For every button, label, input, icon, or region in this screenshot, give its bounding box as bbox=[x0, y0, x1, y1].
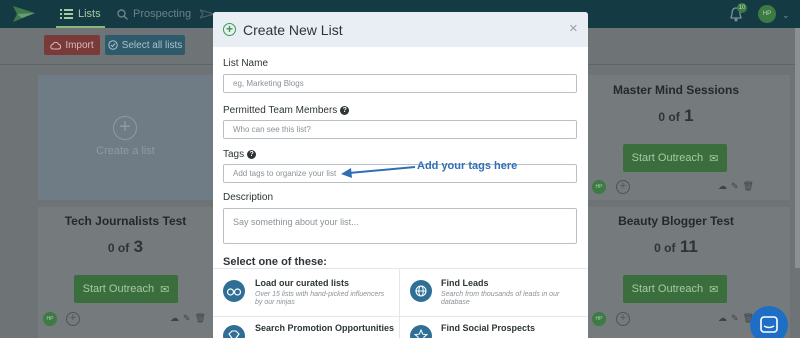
create-list-modal: + Create New List × List Name eg, Market… bbox=[213, 12, 588, 338]
list-card-count: 0 of 1 bbox=[588, 106, 764, 126]
option-title: Search Promotion Opportunities bbox=[255, 323, 395, 333]
cloud-upload-icon[interactable]: ☁ bbox=[170, 313, 179, 324]
option-title: Find Leads bbox=[441, 278, 489, 288]
card-actions: ☁ ✎ 🗑 bbox=[718, 313, 754, 324]
option-social-prospects[interactable]: Find Social Prospects bbox=[400, 317, 588, 338]
card-actions: ☁ ✎ 🗑 bbox=[170, 313, 206, 324]
option-title: Load our curated lists bbox=[255, 278, 350, 288]
nav-tab-prospecting[interactable]: Prospecting bbox=[117, 0, 191, 28]
add-member-icon[interactable]: + bbox=[616, 180, 630, 194]
add-member-icon[interactable]: + bbox=[616, 312, 630, 326]
start-outreach-button[interactable]: Start Outreach ✉ bbox=[623, 144, 727, 172]
paper-plane-logo-icon[interactable] bbox=[12, 4, 36, 24]
option-find-leads[interactable]: Find Leads Search from thousands of lead… bbox=[400, 269, 588, 316]
send-icon bbox=[200, 9, 214, 19]
select-all-lists-label: Select all lists bbox=[121, 39, 183, 51]
card-actions: ☁ ✎ 🗑 bbox=[718, 181, 754, 192]
list-card-title[interactable]: Master Mind Sessions bbox=[588, 83, 764, 97]
create-list-label: Create a list bbox=[96, 145, 155, 157]
notification-badge: 10 bbox=[737, 3, 747, 13]
count-total: 11 bbox=[679, 237, 698, 256]
option-promotion-opportunities[interactable]: Search Promotion Opportunities bbox=[213, 317, 399, 338]
edit-icon[interactable]: ✎ bbox=[183, 313, 191, 324]
list-card-title[interactable]: Beauty Blogger Test bbox=[588, 214, 764, 228]
option-curated-lists[interactable]: Load our curated lists Over 15 lists wit… bbox=[213, 269, 399, 316]
star-icon bbox=[410, 325, 432, 338]
option-title: Find Social Prospects bbox=[441, 323, 536, 333]
select-heading: Select one of these: bbox=[223, 256, 327, 268]
globe-icon bbox=[410, 280, 432, 302]
option-description: Search from thousands of leads in our da… bbox=[441, 291, 560, 306]
start-outreach-button[interactable]: Start Outreach ✉ bbox=[623, 275, 727, 303]
nav-tab-outreach[interactable] bbox=[200, 0, 214, 28]
chevron-down-icon[interactable]: ⌄ bbox=[782, 10, 790, 21]
option-description: Over 15 lists with hand-picked influence… bbox=[255, 291, 385, 306]
search-icon bbox=[117, 8, 128, 20]
envelope-icon: ✉ bbox=[709, 152, 719, 165]
count-of-label: 0 of bbox=[658, 110, 680, 124]
select-all-lists-button[interactable]: Select all lists bbox=[105, 35, 185, 55]
description-label-text: Description bbox=[223, 192, 274, 203]
add-member-icon[interactable]: + bbox=[66, 312, 80, 326]
list-icon bbox=[60, 9, 73, 19]
count-total: 3 bbox=[133, 237, 144, 256]
trash-icon[interactable]: 🗑 bbox=[743, 181, 754, 192]
count-of-label: 0 of bbox=[107, 241, 130, 255]
diamond-icon bbox=[223, 325, 245, 338]
page-scrollbar[interactable] bbox=[795, 28, 800, 268]
import-button-label: Import bbox=[65, 39, 94, 51]
nav-tab-lists[interactable]: Lists bbox=[56, 0, 105, 28]
glasses-icon bbox=[223, 280, 245, 302]
start-outreach-button[interactable]: Start Outreach ✉ bbox=[74, 275, 178, 303]
member-avatar[interactable]: HP bbox=[592, 312, 606, 326]
cloud-upload-icon bbox=[50, 41, 62, 49]
cloud-upload-icon[interactable]: ☁ bbox=[718, 313, 727, 324]
list-card-count: 0 of 11 bbox=[588, 237, 764, 257]
nav-tab-lists-label: Lists bbox=[78, 8, 101, 20]
annotation-arrow-icon bbox=[341, 166, 416, 178]
description-textarea[interactable]: Say something about your list... bbox=[223, 208, 577, 244]
user-avatar[interactable]: HP bbox=[758, 5, 776, 23]
check-circle-icon bbox=[108, 40, 118, 50]
nav-tab-prospecting-label: Prospecting bbox=[133, 8, 192, 20]
start-outreach-label: Start Outreach bbox=[82, 283, 155, 295]
envelope-icon: ✉ bbox=[160, 283, 170, 296]
description-placeholder: Say something about your list... bbox=[233, 217, 359, 227]
edit-icon[interactable]: ✎ bbox=[731, 313, 739, 324]
member-avatar[interactable]: HP bbox=[43, 312, 57, 326]
start-outreach-label: Start Outreach bbox=[631, 283, 704, 295]
member-avatar[interactable]: HP bbox=[592, 180, 606, 194]
count-total: 1 bbox=[684, 106, 694, 125]
start-outreach-label: Start Outreach bbox=[631, 152, 704, 164]
trash-icon[interactable]: 🗑 bbox=[195, 313, 206, 324]
chat-launcher-button[interactable] bbox=[750, 306, 788, 338]
envelope-icon: ✉ bbox=[709, 283, 719, 296]
count-of-label: 0 of bbox=[654, 241, 676, 255]
cloud-upload-icon[interactable]: ☁ bbox=[718, 181, 727, 192]
chat-icon bbox=[760, 316, 778, 333]
import-button[interactable]: Import bbox=[44, 35, 100, 55]
description-label: Description bbox=[223, 192, 273, 203]
plus-icon: + bbox=[113, 116, 137, 140]
list-card-count: 0 of 3 bbox=[38, 237, 213, 257]
list-card-title[interactable]: Tech Journalists Test bbox=[38, 214, 213, 228]
edit-icon[interactable]: ✎ bbox=[731, 181, 739, 192]
